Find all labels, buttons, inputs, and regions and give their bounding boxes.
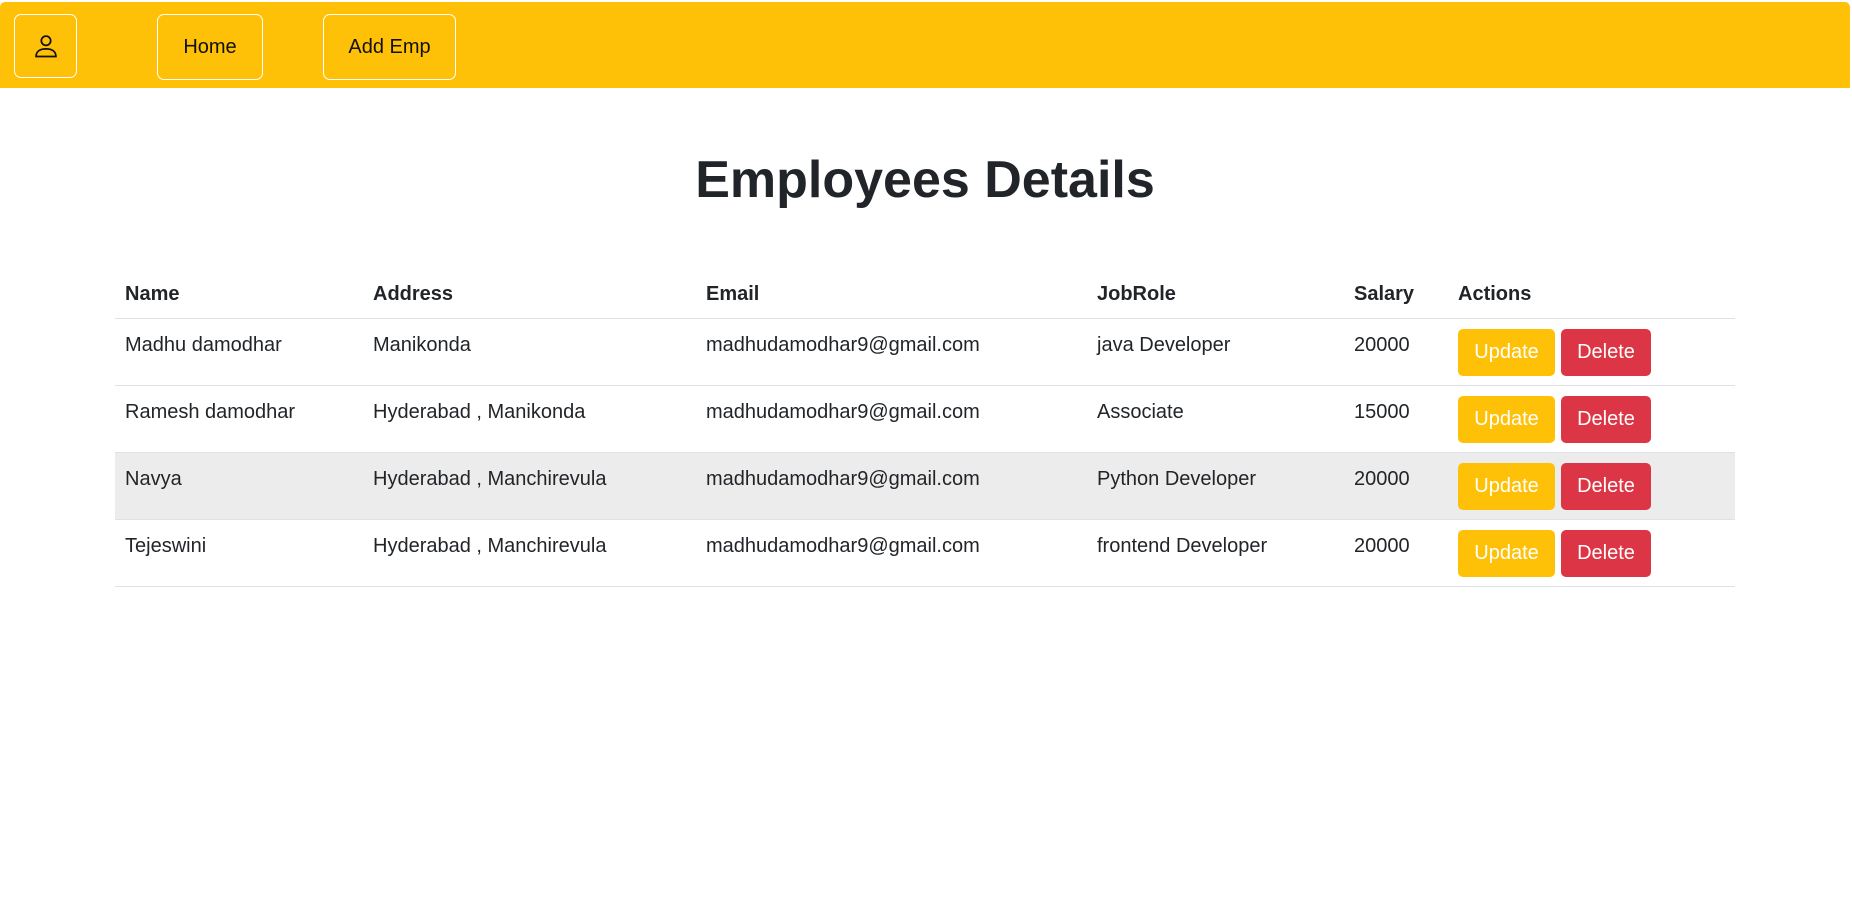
update-button[interactable]: Update [1458,463,1555,510]
cell-salary: 20000 [1344,452,1448,520]
cell-salary: 15000 [1344,385,1448,453]
update-button[interactable]: Update [1458,329,1555,376]
cell-name: Madhu damodhar [115,318,363,386]
update-button[interactable]: Update [1458,396,1555,443]
cell-jobrole: Associate [1087,385,1344,453]
cell-salary: 20000 [1344,519,1448,587]
navbar: Home Add Emp [0,2,1850,88]
cell-address: Hyderabad , Manikonda [363,385,696,453]
header-email: Email [696,270,1087,319]
update-button[interactable]: Update [1458,530,1555,577]
add-emp-button[interactable]: Add Emp [323,14,456,80]
delete-button[interactable]: Delete [1561,530,1651,577]
cell-actions: Update Delete [1448,318,1735,386]
table-row: Ramesh damodhar Hyderabad , Manikonda ma… [115,385,1735,453]
cell-address: Manikonda [363,318,696,386]
header-name: Name [115,270,363,319]
cell-actions: Update Delete [1448,519,1735,587]
page-title: Employees Details [695,151,1155,209]
table-row: Madhu damodhar Manikonda madhudamodhar9@… [115,318,1735,386]
header-actions: Actions [1448,270,1735,319]
cell-jobrole: java Developer [1087,318,1344,386]
cell-email: madhudamodhar9@gmail.com [696,452,1087,520]
table-row: Tejeswini Hyderabad , Manchirevula madhu… [115,519,1735,587]
delete-button[interactable]: Delete [1561,329,1651,376]
delete-button[interactable]: Delete [1561,463,1651,510]
cell-address: Hyderabad , Manchirevula [363,452,696,520]
cell-name: Ramesh damodhar [115,385,363,453]
cell-jobrole: Python Developer [1087,452,1344,520]
cell-name: Navya [115,452,363,520]
user-profile-button[interactable] [14,14,77,78]
cell-actions: Update Delete [1448,452,1735,520]
user-icon [34,35,57,58]
cell-actions: Update Delete [1448,385,1735,453]
cell-name: Tejeswini [115,519,363,587]
header-address: Address [363,270,696,319]
header-salary: Salary [1344,270,1448,319]
table-row: Navya Hyderabad , Manchirevula madhudamo… [115,452,1735,520]
delete-button[interactable]: Delete [1561,396,1651,443]
cell-email: madhudamodhar9@gmail.com [696,385,1087,453]
header-jobrole: JobRole [1087,270,1344,319]
cell-jobrole: frontend Developer [1087,519,1344,587]
employees-table: Name Address Email JobRole Salary Action… [115,270,1735,587]
cell-address: Hyderabad , Manchirevula [363,519,696,587]
table-header-row: Name Address Email JobRole Salary Action… [115,270,1735,319]
home-button[interactable]: Home [157,14,263,80]
cell-email: madhudamodhar9@gmail.com [696,318,1087,386]
cell-email: madhudamodhar9@gmail.com [696,519,1087,587]
cell-salary: 20000 [1344,318,1448,386]
